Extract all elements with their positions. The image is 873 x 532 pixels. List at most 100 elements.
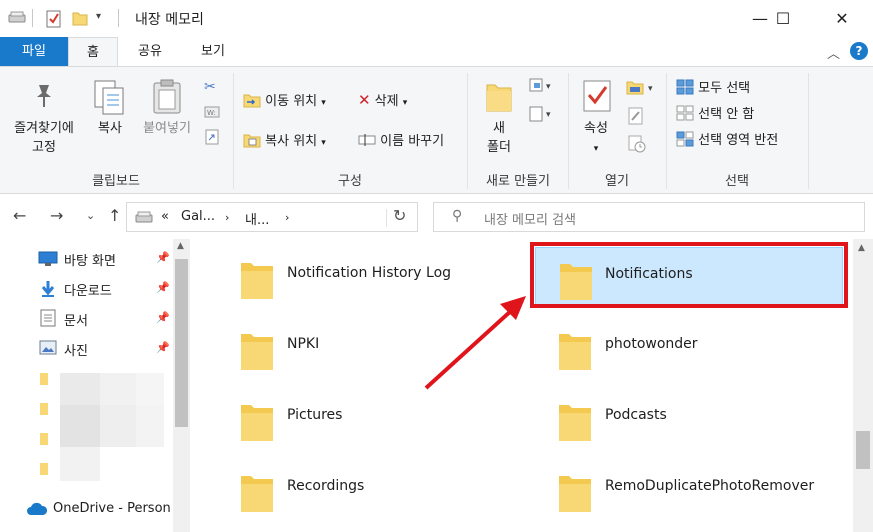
move-to-button[interactable]: 이동 위치 ▾ (243, 90, 326, 109)
svg-text:▾: ▾ (648, 84, 653, 94)
back-arrow-icon[interactable]: ← (13, 206, 26, 225)
download-icon (40, 280, 56, 302)
folder-item[interactable]: Notification History Log (217, 247, 525, 305)
edit-icon[interactable] (628, 107, 644, 129)
invert-selection-icon (676, 131, 694, 147)
copy-icon (93, 79, 127, 121)
copy-to-button[interactable]: 복사 위치 ▾ (243, 130, 326, 149)
select-group-label: 선택 (725, 174, 749, 189)
breadcrumb-item-internal[interactable]: 내... (245, 209, 269, 228)
forward-arrow-icon[interactable]: → (50, 206, 63, 225)
select-all-icon (676, 79, 694, 95)
new-item-icon[interactable]: ▾ (528, 77, 558, 99)
properties-button[interactable]: 속성 ▾ (574, 119, 618, 159)
folder-icon (239, 328, 275, 376)
folder-icon (239, 257, 275, 305)
search-icon: ⚲ (452, 208, 463, 224)
quick-access-dropdown-icon[interactable]: ▾ (96, 11, 101, 22)
svg-text:▾: ▾ (546, 82, 551, 92)
redacted-folder-list (40, 369, 166, 487)
folder-item[interactable]: NPKI (217, 318, 525, 376)
nav-item-pictures[interactable]: 사진 📌 (38, 337, 173, 361)
folder-item[interactable]: RemoDuplicatePhotoRemover (535, 460, 843, 518)
tab-share[interactable]: 공유 (122, 37, 178, 66)
nav-scrollbar[interactable]: ▲ (173, 239, 190, 532)
new-group-label: 새로 만들기 (486, 174, 550, 189)
folder-item[interactable]: Pictures (217, 389, 525, 447)
svg-text:W:: W: (207, 109, 216, 117)
ribbon-tabs: 파일 홈 공유 보기 ︿ (0, 37, 873, 66)
rename-button[interactable]: 이름 바꾸기 (358, 130, 444, 149)
folder-icon (557, 470, 593, 518)
copy-button[interactable]: 복사 (88, 119, 132, 138)
properties-icon (582, 79, 612, 117)
new-folder-quick-icon[interactable] (72, 10, 88, 30)
svg-text:▾: ▾ (546, 110, 551, 120)
desktop-icon (38, 251, 58, 271)
tab-home[interactable]: 홈 (68, 37, 118, 66)
highlight-box (530, 242, 848, 308)
refresh-icon[interactable]: ↻ (393, 206, 406, 225)
cut-icon[interactable]: ✂ (204, 79, 216, 95)
open-group-label: 열기 (605, 174, 629, 189)
scroll-up-icon[interactable]: ▲ (177, 241, 184, 251)
nav-item-documents[interactable]: 문서 📌 (38, 307, 173, 331)
folder-item[interactable]: Recordings (217, 460, 525, 518)
breadcrumb-item-gallery[interactable]: Gal... (181, 209, 215, 224)
clipboard-group-label: 클립보드 (92, 174, 140, 189)
window-title: 내장 메모리 (135, 12, 204, 28)
folder-icon (557, 399, 593, 447)
scroll-up-icon[interactable]: ▲ (858, 243, 865, 253)
document-icon (40, 309, 56, 331)
paste-shortcut-icon[interactable] (205, 129, 219, 149)
picture-icon (39, 340, 57, 360)
maximize-button[interactable]: ☐ (760, 0, 806, 37)
folder-icon (239, 399, 275, 447)
navigation-row: ← → ⌄ ↑ « Gal... › 내... › ↻ ⚲ 내장 메모리 검색 (0, 194, 873, 239)
cloud-icon (26, 502, 48, 520)
search-input[interactable]: 내장 메모리 검색 (484, 209, 576, 228)
title-bar: ▾ 내장 메모리 — ☐ ✕ (0, 0, 873, 37)
select-none-button[interactable]: 선택 안 함 (676, 103, 754, 122)
invert-selection-button[interactable]: 선택 영역 반전 (676, 129, 778, 148)
content-scrollbar[interactable]: ▲ (853, 239, 873, 532)
nav-item-desktop[interactable]: 바탕 화면 📌 (38, 247, 173, 271)
recent-locations-chevron-icon[interactable]: ⌄ (86, 209, 95, 222)
nav-item-onedrive[interactable]: OneDrive - Person (26, 498, 176, 522)
tab-file[interactable]: 파일 (0, 37, 68, 66)
close-button[interactable]: ✕ (819, 0, 865, 37)
search-box[interactable]: ⚲ 내장 메모리 검색 (433, 202, 865, 232)
folder-item[interactable]: Podcasts (535, 389, 843, 447)
delete-button[interactable]: ✕ 삭제 ▾ (358, 90, 407, 109)
breadcrumb-separator-icon[interactable]: › (225, 211, 229, 224)
help-icon[interactable]: ? (850, 42, 868, 60)
copy-path-icon[interactable]: W: (204, 105, 220, 123)
folder-item[interactable]: photowonder (535, 318, 843, 376)
up-arrow-icon[interactable]: ↑ (108, 206, 121, 225)
pin-to-quick-access-button[interactable]: 즐겨찾기에 고정 (4, 119, 84, 157)
pin-icon: 📌 (156, 311, 170, 324)
properties-quick-icon[interactable] (46, 10, 62, 32)
content-scrollbar-thumb[interactable] (856, 431, 870, 469)
select-none-icon (676, 105, 694, 121)
collapse-ribbon-icon[interactable]: ︿ (827, 43, 840, 62)
rename-icon (358, 134, 376, 146)
pin-icon: 📌 (156, 341, 170, 354)
address-bar[interactable]: « Gal... › 내... › ↻ (126, 202, 418, 232)
history-icon[interactable] (628, 135, 646, 157)
new-folder-button[interactable]: 새 폴더 (478, 119, 520, 157)
nav-item-downloads[interactable]: 다운로드 📌 (38, 277, 173, 301)
tab-view[interactable]: 보기 (183, 37, 243, 66)
open-icon[interactable]: ▾ (626, 79, 658, 99)
nav-scrollbar-thumb[interactable] (175, 259, 188, 427)
breadcrumb-separator-icon[interactable]: › (285, 211, 289, 224)
drive-icon (8, 10, 26, 28)
folder-icon (557, 328, 593, 376)
pin-icon: 📌 (156, 281, 170, 294)
paste-icon (152, 79, 182, 119)
ribbon: 즐겨찾기에 고정 복사 붙여넣기 ✂ W: 클립보드 이동 위치 ▾ 복사 위치… (0, 66, 873, 194)
select-all-button[interactable]: 모두 선택 (676, 77, 750, 96)
breadcrumb-prefix[interactable]: « (161, 209, 169, 224)
paste-button[interactable]: 붙여넣기 (136, 119, 198, 138)
easy-access-icon[interactable]: ▾ (528, 105, 558, 127)
